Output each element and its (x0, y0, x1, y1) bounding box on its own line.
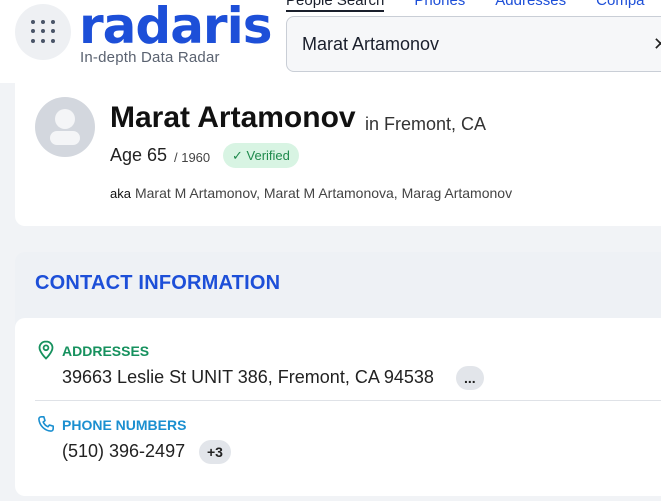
address-value[interactable]: 39663 Leslie St UNIT 386, Fremont, CA 94… (62, 367, 434, 388)
aka-line: aka Marat M Artamonov, Marat M Artamonova… (110, 185, 512, 201)
person-location: in Fremont, CA (365, 114, 487, 134)
nav-companies[interactable]: Compa (596, 0, 644, 12)
nav-phones[interactable]: Phones (414, 0, 465, 12)
phone-numbers-label: PHONE NUMBERS (62, 417, 187, 433)
person-name: Marat Artamonov (110, 101, 356, 134)
location-pin-icon (38, 340, 54, 360)
search-input[interactable] (302, 32, 642, 56)
verified-badge: ✓ Verified (223, 143, 299, 168)
address-more-button[interactable]: ... (456, 366, 484, 390)
tagline: In-depth Data Radar (80, 49, 220, 66)
menu-grid-icon (31, 20, 55, 44)
phone-value[interactable]: (510) 396-2497 (62, 441, 185, 462)
clear-icon[interactable]: ✕ (653, 34, 661, 55)
aka-names: Marat M Artamonov, Marat M Artamonova, M… (134, 185, 513, 201)
addresses-label: ADDRESSES (62, 343, 150, 359)
top-header: radaris In-depth Data Radar People Searc… (0, 0, 661, 83)
search-box: ✕ (286, 16, 661, 72)
menu-button[interactable] (15, 4, 71, 60)
contact-title: CONTACT INFORMATION (35, 272, 281, 294)
logo[interactable]: radaris (79, 0, 272, 52)
birth-year: / 1960 (174, 150, 211, 165)
nav-addresses[interactable]: Addresses (495, 0, 566, 12)
phone-more-button[interactable]: +3 (199, 440, 231, 464)
person-age: Age 65 (110, 145, 168, 165)
avatar-placeholder-icon (35, 97, 95, 157)
divider (35, 400, 661, 401)
phone-icon (38, 416, 54, 432)
aka-label: aka (110, 186, 131, 201)
nav-people-search[interactable]: People Search (286, 0, 385, 12)
top-nav: People Search Phones Addresses Compa (286, 0, 645, 12)
profile-card: Marat Artamonov in Fremont, CA Age 65 / … (15, 83, 661, 226)
